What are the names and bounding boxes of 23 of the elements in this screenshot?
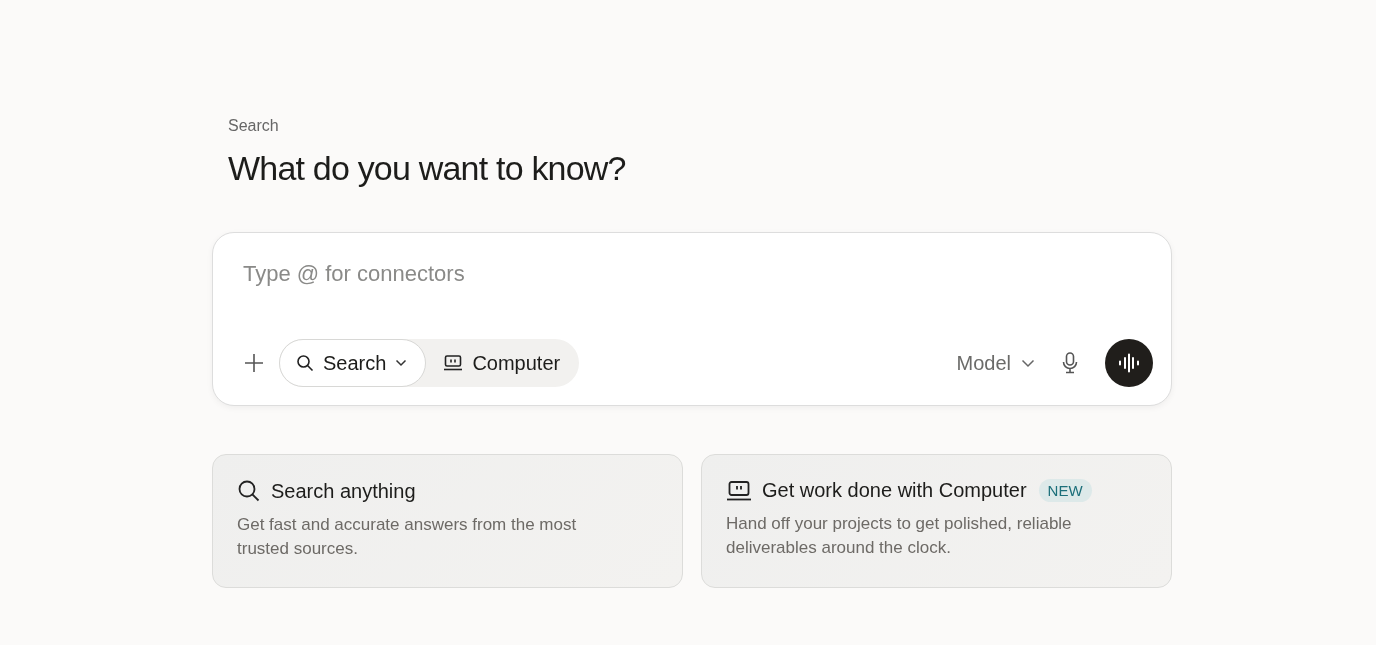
- add-icon[interactable]: [243, 352, 265, 374]
- microphone-icon[interactable]: [1061, 351, 1079, 375]
- section-label: Search: [228, 117, 280, 135]
- card-description: Get fast and accurate answers from the most trusted sources.: [237, 514, 578, 560]
- page-heading: What do you want to know?: [228, 149, 627, 188]
- voice-mode-button[interactable]: [1105, 339, 1153, 387]
- caret-icon: [395, 359, 408, 367]
- new-badge: NEW: [1038, 479, 1092, 502]
- card-title: Get work done with Computer: [762, 479, 1027, 502]
- mode-tab[interactable]: Computer: [426, 339, 580, 387]
- card-description: Hand off your projects to get polished, reliable deliverables around the clock.: [726, 513, 1073, 559]
- sound-wave-icon: [1117, 353, 1141, 373]
- suggestion-card[interactable]: Search anything Get fast and accurate answers from the most trusted sources.: [212, 454, 683, 588]
- mode-tab[interactable]: Search: [279, 339, 427, 387]
- search-icon: [296, 354, 314, 372]
- suggestion-card[interactable]: Get work done with Computer NEW Hand off your projects to get polished, reliable deliverables around the clock.: [701, 454, 1172, 588]
- monitor-icon: [726, 479, 752, 502]
- model-dropdown[interactable]: Model: [956, 351, 1035, 375]
- search-icon: [237, 479, 261, 503]
- monitor-icon: [443, 354, 464, 372]
- card-title: Search anything: [271, 479, 416, 503]
- caret-icon: [1021, 358, 1035, 368]
- query-input[interactable]: Type @ for connectors: [235, 261, 743, 287]
